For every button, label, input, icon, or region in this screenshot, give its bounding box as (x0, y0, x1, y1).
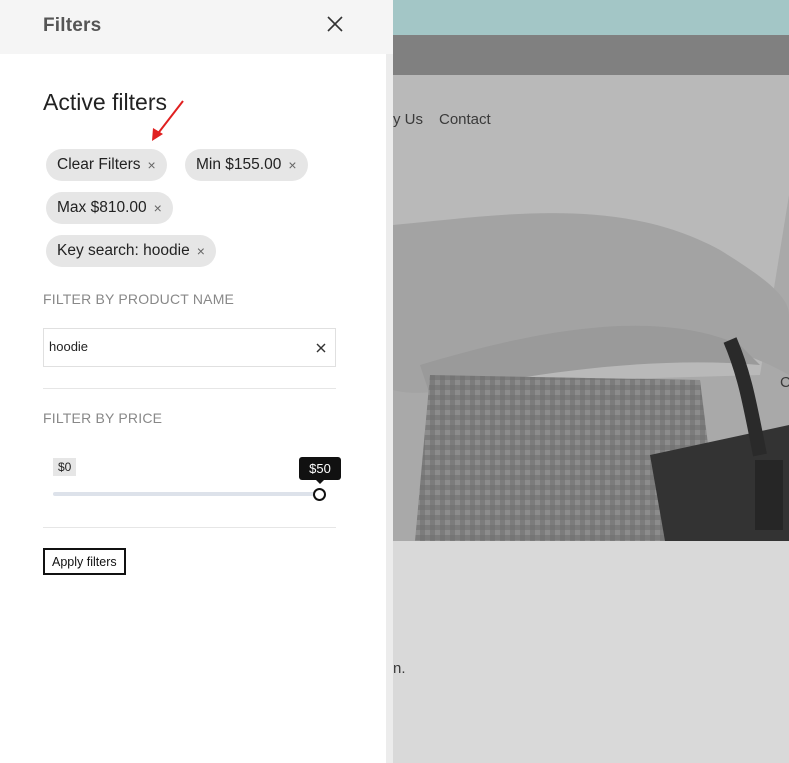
slider-handle-icon[interactable] (313, 488, 326, 501)
nav-link-about[interactable]: y Us (393, 111, 423, 128)
filter-by-name-label: FILTER BY PRODUCT NAME (43, 291, 235, 307)
tooltip-tail (316, 480, 324, 484)
price-slider-track[interactable] (53, 492, 319, 496)
hero-side-text: C (780, 374, 789, 391)
max-price-chip[interactable]: Max $810.00 × (46, 192, 173, 224)
divider (43, 527, 336, 528)
chip-label: Min $155.00 (196, 156, 282, 173)
drawer-header: Filters (0, 0, 393, 54)
divider (43, 388, 336, 389)
min-price-chip[interactable]: Min $155.00 × (185, 149, 308, 181)
remove-x-icon: × (153, 200, 162, 216)
price-min-label: $0 (53, 458, 77, 476)
apply-filters-button[interactable]: Apply filters (43, 548, 126, 575)
chip-label: Max $810.00 (57, 199, 147, 216)
annotation-arrow-icon (152, 100, 184, 141)
drawer-title: Filters (43, 15, 102, 36)
body-text-fragment: n. (393, 660, 406, 677)
chip-label: Key search: hoodie (57, 242, 190, 259)
price-value-tooltip: $50 (299, 457, 341, 480)
remove-x-icon: × (196, 243, 205, 259)
close-drawer-button[interactable] (324, 13, 346, 35)
remove-x-icon: × (288, 157, 297, 173)
nav-link-contact[interactable]: Contact (439, 111, 491, 128)
clear-filters-chip[interactable]: Clear Filters × (46, 149, 167, 181)
remove-x-icon: × (147, 157, 156, 173)
chip-label: Clear Filters (57, 156, 141, 173)
key-search-chip[interactable]: Key search: hoodie × (46, 235, 216, 267)
product-name-input[interactable] (49, 339, 299, 354)
drawer-edge (386, 0, 393, 763)
filter-by-price-label: FILTER BY PRICE (43, 410, 163, 426)
close-icon (327, 16, 343, 32)
clear-input-icon[interactable] (314, 341, 328, 355)
product-name-field (43, 328, 336, 367)
